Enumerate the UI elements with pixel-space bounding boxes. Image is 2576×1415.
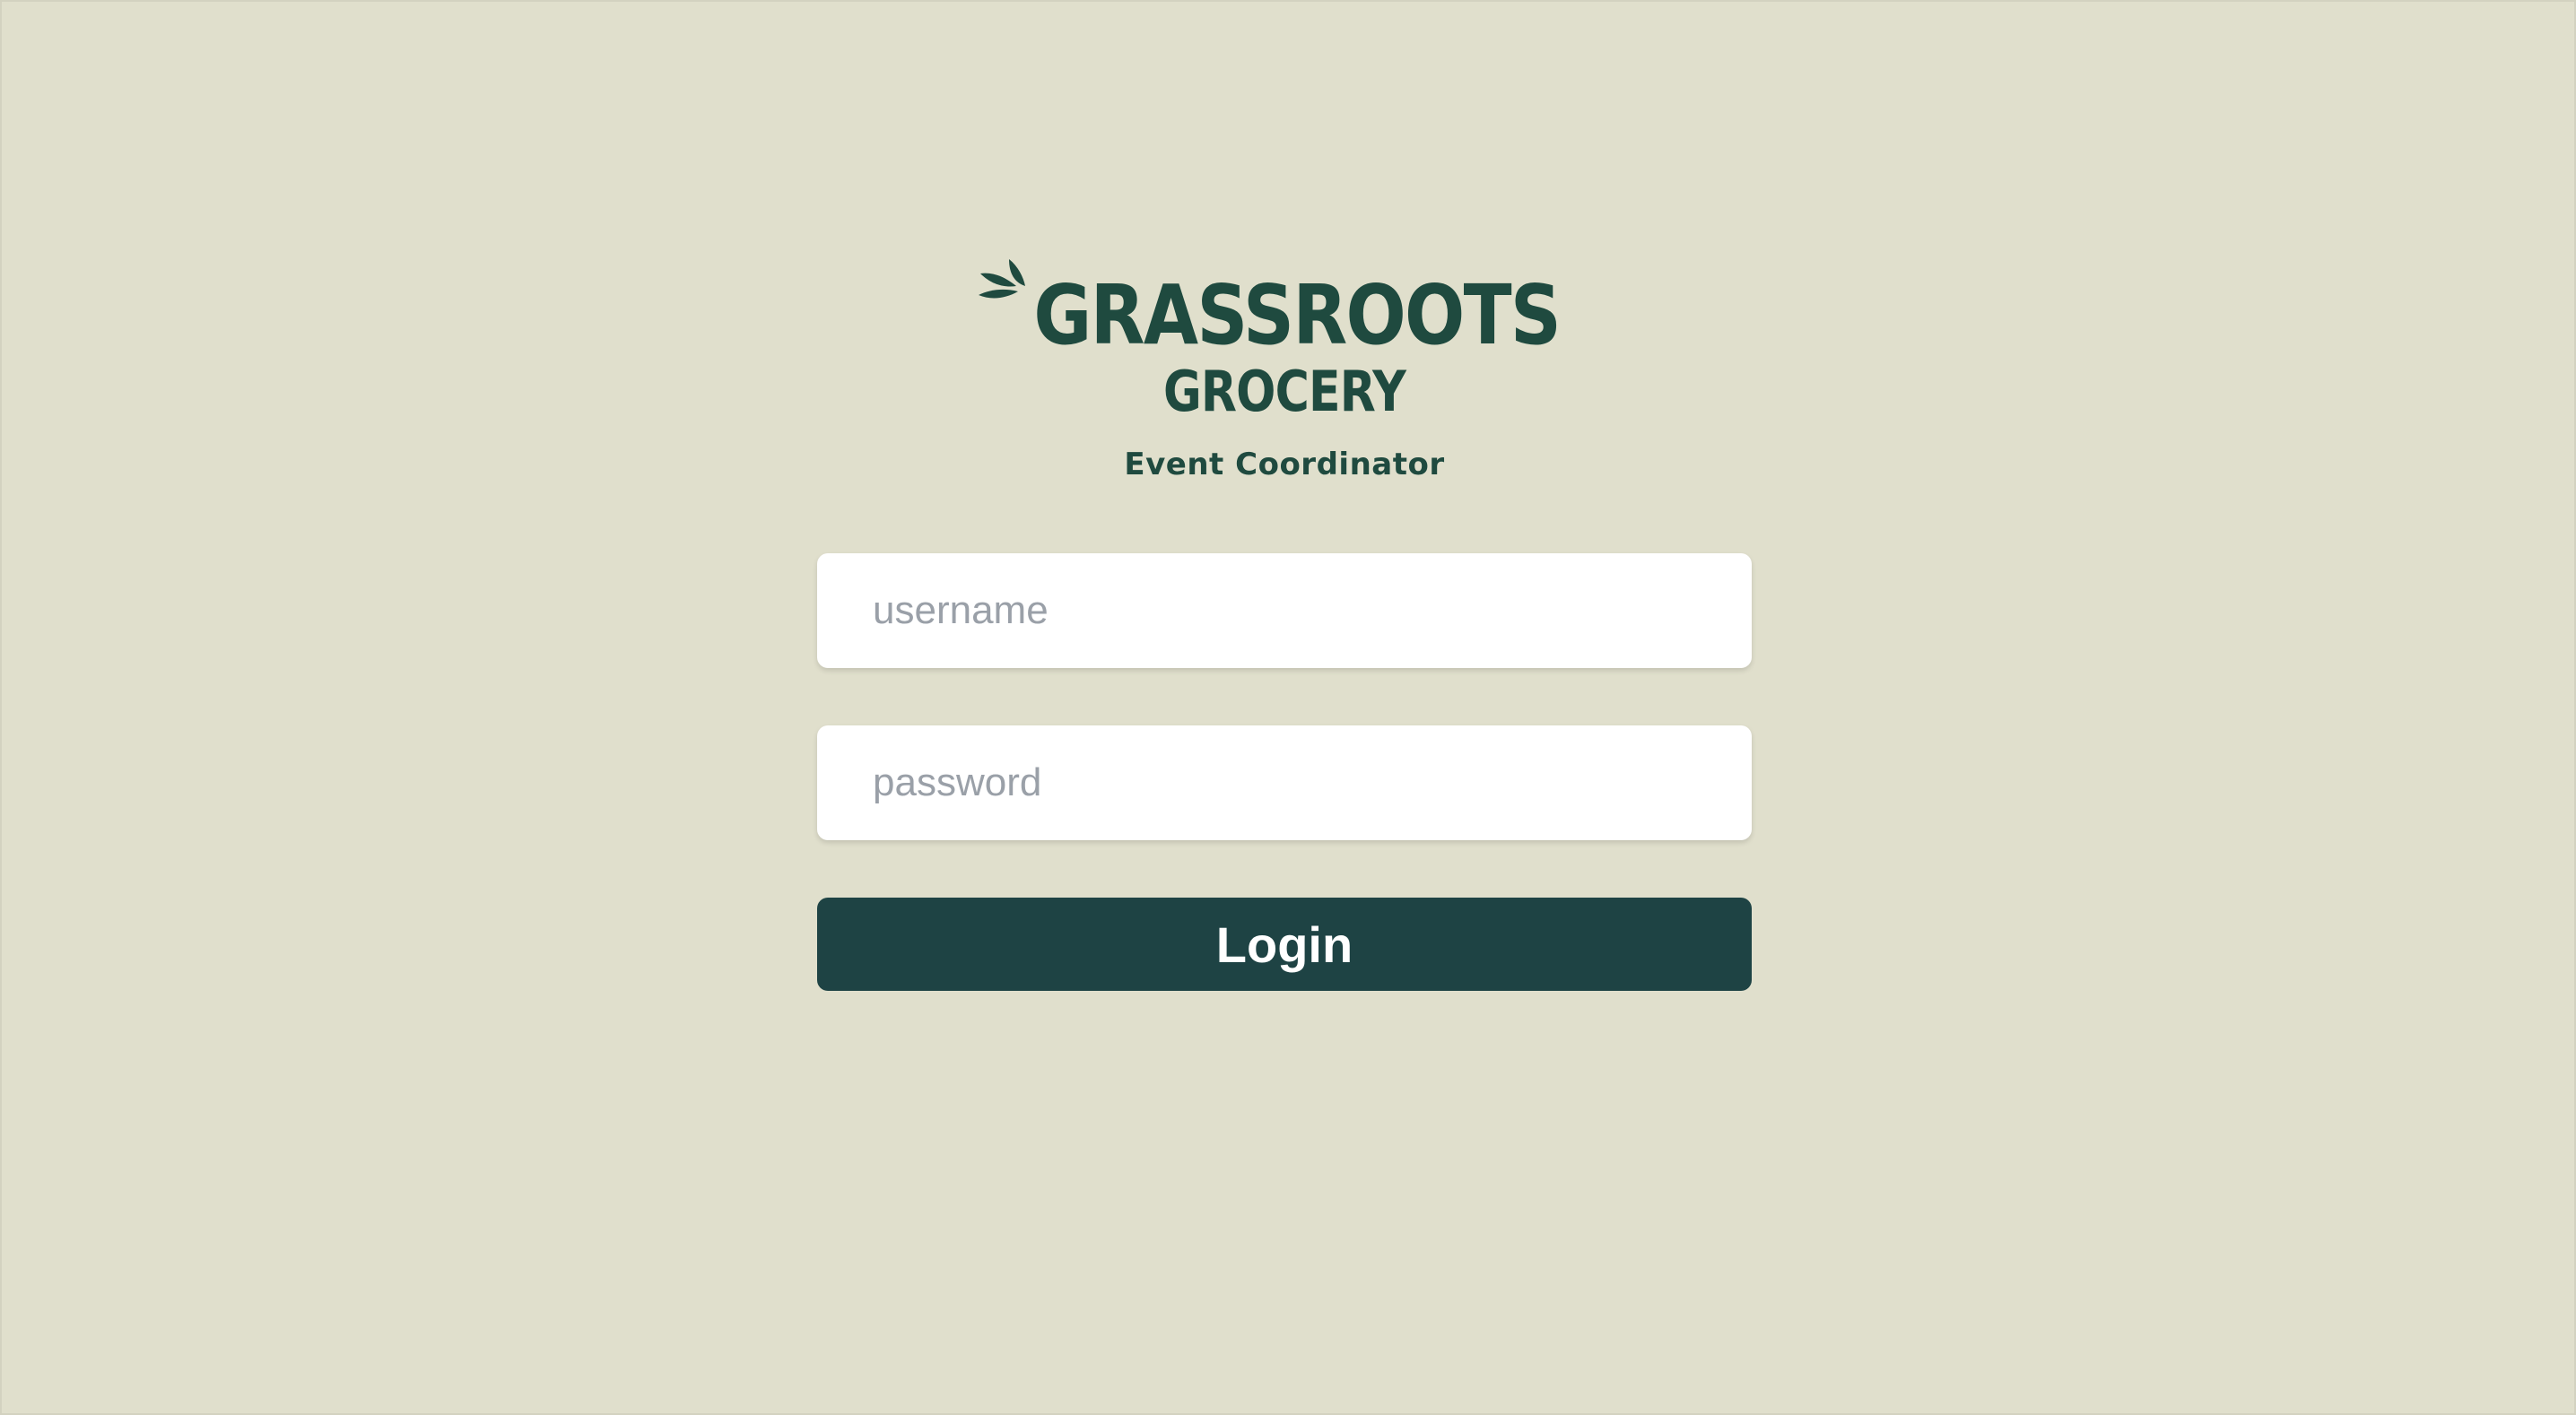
brand-name-line1: GRASSROOTS: [1033, 267, 1561, 363]
login-button[interactable]: Login: [817, 898, 1752, 991]
username-input[interactable]: [817, 553, 1752, 668]
brand-name-line2: GROCERY: [1162, 359, 1406, 424]
app-subtitle: Event Coordinator: [1124, 447, 1445, 482]
login-panel: GRASSROOTS GROCERY Event Coordinator Log…: [817, 256, 1752, 991]
brand-logo: GRASSROOTS GROCERY Event Coordinator: [817, 256, 1752, 489]
password-input[interactable]: [817, 725, 1752, 840]
